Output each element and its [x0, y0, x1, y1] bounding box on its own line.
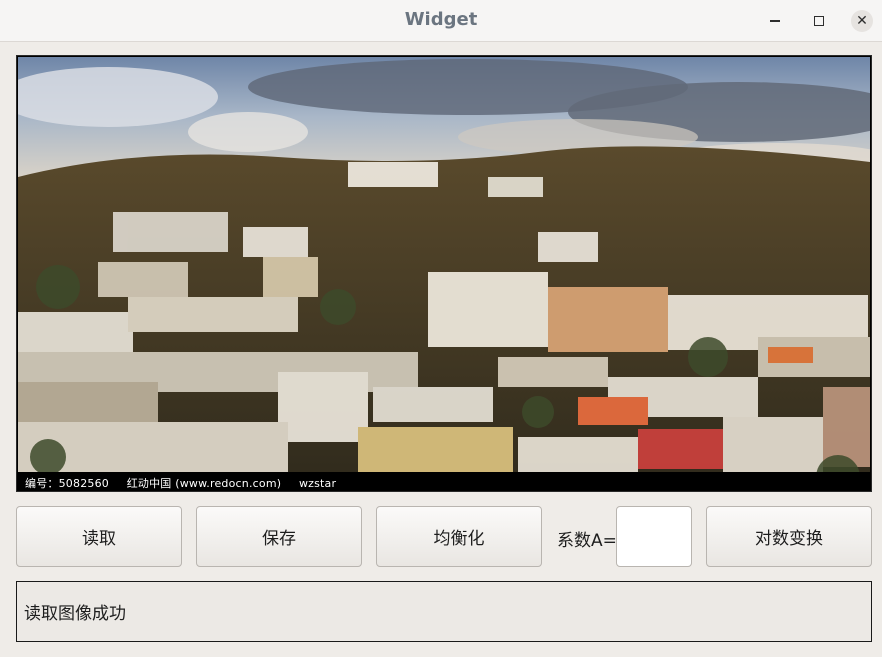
- watermark-site: 红动中国 (www.redocn.com): [126, 477, 282, 490]
- image-display: 编号：5082560 红动中国 (www.redocn.com) wzstar: [16, 55, 872, 492]
- image-watermark: 编号：5082560 红动中国 (www.redocn.com) wzstar: [25, 475, 350, 491]
- log-transform-button[interactable]: 对数变换: [706, 506, 872, 567]
- city-photo: [18, 57, 870, 491]
- minimize-button[interactable]: [764, 10, 786, 32]
- save-button[interactable]: 保存: [196, 506, 362, 567]
- watermark-id: 编号：5082560: [25, 477, 109, 490]
- maximize-button[interactable]: [808, 10, 830, 32]
- read-button[interactable]: 读取: [16, 506, 182, 567]
- minimize-icon: [770, 20, 780, 22]
- title-bar: Widget ✕: [0, 0, 882, 42]
- maximize-icon: [814, 16, 824, 26]
- status-box: 读取图像成功: [16, 581, 872, 642]
- window-title: Widget: [404, 9, 478, 30]
- close-icon: ✕: [856, 13, 868, 29]
- close-button[interactable]: ✕: [851, 10, 873, 32]
- coefficient-label: 系数A=: [557, 531, 617, 551]
- equalize-button[interactable]: 均衡化: [376, 506, 542, 567]
- coefficient-input[interactable]: [616, 506, 692, 567]
- status-message: 读取图像成功: [24, 604, 126, 624]
- watermark-author: wzstar: [298, 477, 337, 490]
